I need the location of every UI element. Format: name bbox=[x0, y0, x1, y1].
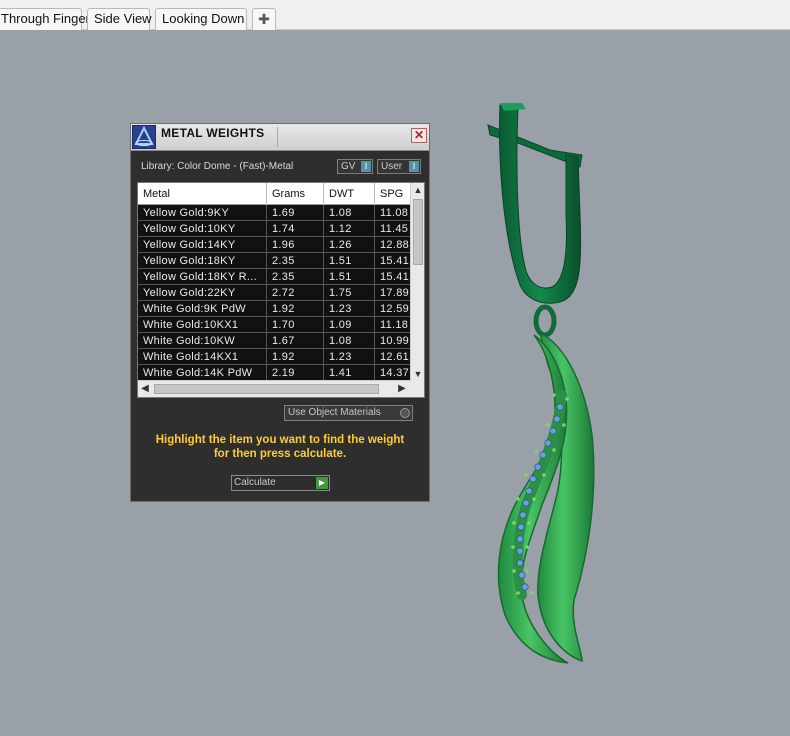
dialog-titlebar[interactable]: METAL WEIGHTS ✕ bbox=[131, 124, 429, 151]
cell-dwt: 1.26 bbox=[324, 237, 375, 253]
cell-spg: 15.41 bbox=[375, 269, 411, 285]
table-row[interactable]: Yellow Gold:18KY R... 2.35 1.51 15.41 bbox=[138, 269, 411, 285]
cell-grams: 1.67 bbox=[267, 333, 324, 349]
play-arrow-icon: ▶ bbox=[316, 477, 328, 489]
table-row[interactable]: White Gold:14K PdW 2.19 1.41 14.37 bbox=[138, 365, 411, 381]
cell-dwt: 1.08 bbox=[324, 205, 375, 221]
vertical-scroll-thumb[interactable] bbox=[413, 199, 423, 265]
table-row[interactable]: White Gold:14KX1 1.92 1.23 12.61 bbox=[138, 349, 411, 365]
cell-metal: Yellow Gold:10KY bbox=[138, 221, 267, 237]
cell-dwt: 1.51 bbox=[324, 253, 375, 269]
cell-spg: 15.41 bbox=[375, 253, 411, 269]
cell-grams: 1.69 bbox=[267, 205, 324, 221]
cell-grams: 1.96 bbox=[267, 237, 324, 253]
cell-grams: 2.19 bbox=[267, 365, 324, 381]
table-body: Yellow Gold:9KY 1.69 1.08 11.08 Yellow Gold:… bbox=[138, 205, 411, 381]
user-toggle-label: User bbox=[381, 161, 403, 172]
cell-dwt: 1.12 bbox=[324, 221, 375, 237]
column-header-grams[interactable]: Grams bbox=[267, 183, 324, 205]
add-tab-button[interactable]: ✚ bbox=[252, 8, 276, 30]
table-row[interactable]: Yellow Gold:10KY 1.74 1.12 11.45 bbox=[138, 221, 411, 237]
scroll-left-icon[interactable]: ◀ bbox=[138, 381, 152, 397]
instruction-line-2: for then press calculate. bbox=[213, 448, 347, 460]
calculate-label: Calculate bbox=[234, 477, 276, 488]
cell-spg: 11.18 bbox=[375, 317, 411, 333]
tab-looking-down[interactable]: Looking Down bbox=[155, 8, 247, 30]
cell-grams: 1.92 bbox=[267, 349, 324, 365]
cell-metal: White Gold:14KX1 bbox=[138, 349, 267, 365]
cell-metal: Yellow Gold:14KY bbox=[138, 237, 267, 253]
cell-metal: Yellow Gold:18KY R... bbox=[138, 269, 267, 285]
vertical-scrollbar[interactable]: ▲ ▼ bbox=[410, 183, 424, 381]
radio-knob-icon bbox=[400, 408, 410, 418]
table-row[interactable]: Yellow Gold:14KY 1.96 1.26 12.88 bbox=[138, 237, 411, 253]
column-header-metal[interactable]: Metal bbox=[138, 183, 267, 205]
view-tab-strip: Through Finger Side View Looking Down ✚ bbox=[0, 0, 790, 30]
cell-dwt: 1.09 bbox=[324, 317, 375, 333]
scrollbar-corner bbox=[410, 380, 424, 397]
cell-spg: 12.88 bbox=[375, 237, 411, 253]
user-toggle[interactable]: User I bbox=[377, 159, 421, 174]
metal-weights-dialog: METAL WEIGHTS ✕ Library: Color Dome - (F… bbox=[130, 123, 430, 502]
scroll-up-icon[interactable]: ▲ bbox=[411, 183, 424, 197]
cell-grams: 2.35 bbox=[267, 269, 324, 285]
table-row[interactable]: Yellow Gold:22KY 2.72 1.75 17.89 bbox=[138, 285, 411, 301]
cell-dwt: 1.23 bbox=[324, 301, 375, 317]
horizontal-scrollbar[interactable]: ◀ ▶ bbox=[138, 380, 411, 397]
cell-grams: 2.35 bbox=[267, 253, 324, 269]
table-header: Metal Grams DWT SPG bbox=[138, 183, 411, 205]
instruction-line-1: Highlight the item you want to find the … bbox=[155, 434, 405, 446]
title-divider bbox=[277, 127, 278, 147]
use-object-materials-label: Use Object Materials bbox=[288, 407, 381, 418]
app-logo-icon bbox=[132, 125, 156, 149]
cell-metal: White Gold:9K PdW bbox=[138, 301, 267, 317]
library-label: Library: Color Dome - (Fast)-Metal bbox=[141, 161, 294, 172]
cell-spg: 11.08 bbox=[375, 205, 411, 221]
instruction-text: Highlight the item you want to find the … bbox=[131, 433, 429, 461]
cell-dwt: 1.41 bbox=[324, 365, 375, 381]
cell-spg: 12.61 bbox=[375, 349, 411, 365]
cell-dwt: 1.51 bbox=[324, 269, 375, 285]
cell-grams: 1.74 bbox=[267, 221, 324, 237]
cell-spg: 10.99 bbox=[375, 333, 411, 349]
cell-metal: White Gold:10KW bbox=[138, 333, 267, 349]
use-object-materials-toggle[interactable]: Use Object Materials bbox=[284, 405, 413, 421]
scroll-right-icon[interactable]: ▶ bbox=[395, 381, 409, 397]
table-row[interactable]: White Gold:10KX1 1.70 1.09 11.18 bbox=[138, 317, 411, 333]
gv-toggle[interactable]: GV I bbox=[337, 159, 373, 174]
table-row[interactable]: Yellow Gold:9KY 1.69 1.08 11.08 bbox=[138, 205, 411, 221]
horizontal-scroll-thumb[interactable] bbox=[154, 384, 379, 394]
column-header-spg[interactable]: SPG bbox=[375, 183, 411, 205]
cell-metal: Yellow Gold:18KY bbox=[138, 253, 267, 269]
close-button[interactable]: ✕ bbox=[411, 128, 427, 143]
metal-weights-table: Metal Grams DWT SPG Yellow Gold:9KY 1.69 1… bbox=[137, 182, 425, 398]
cell-metal: White Gold:14K PdW bbox=[138, 365, 267, 381]
calculate-button[interactable]: Calculate ▶ bbox=[231, 475, 330, 491]
table-row[interactable]: White Gold:10KW 1.67 1.08 10.99 bbox=[138, 333, 411, 349]
cell-dwt: 1.08 bbox=[324, 333, 375, 349]
user-toggle-knob-icon: I bbox=[409, 161, 419, 172]
tab-side-view[interactable]: Side View bbox=[87, 8, 152, 30]
dialog-title: METAL WEIGHTS bbox=[161, 126, 265, 140]
cell-spg: 14.37 bbox=[375, 365, 411, 381]
cell-grams: 1.92 bbox=[267, 301, 324, 317]
column-header-dwt[interactable]: DWT bbox=[324, 183, 375, 205]
cell-grams: 2.72 bbox=[267, 285, 324, 301]
tab-through-finger[interactable]: Through Finger bbox=[0, 8, 90, 30]
gv-toggle-knob-icon: I bbox=[361, 161, 371, 172]
cell-metal: White Gold:10KX1 bbox=[138, 317, 267, 333]
table-row[interactable]: Yellow Gold:18KY 2.35 1.51 15.41 bbox=[138, 253, 411, 269]
pendant-3d-model[interactable] bbox=[470, 95, 620, 670]
gv-toggle-label: GV bbox=[341, 161, 356, 172]
cell-metal: Yellow Gold:9KY bbox=[138, 205, 267, 221]
cell-dwt: 1.23 bbox=[324, 349, 375, 365]
cell-grams: 1.70 bbox=[267, 317, 324, 333]
table-row[interactable]: White Gold:9K PdW 1.92 1.23 12.59 bbox=[138, 301, 411, 317]
cell-spg: 17.89 bbox=[375, 285, 411, 301]
cell-spg: 12.59 bbox=[375, 301, 411, 317]
scroll-down-icon[interactable]: ▼ bbox=[411, 367, 424, 381]
cell-dwt: 1.75 bbox=[324, 285, 375, 301]
cell-spg: 11.45 bbox=[375, 221, 411, 237]
cell-metal: Yellow Gold:22KY bbox=[138, 285, 267, 301]
